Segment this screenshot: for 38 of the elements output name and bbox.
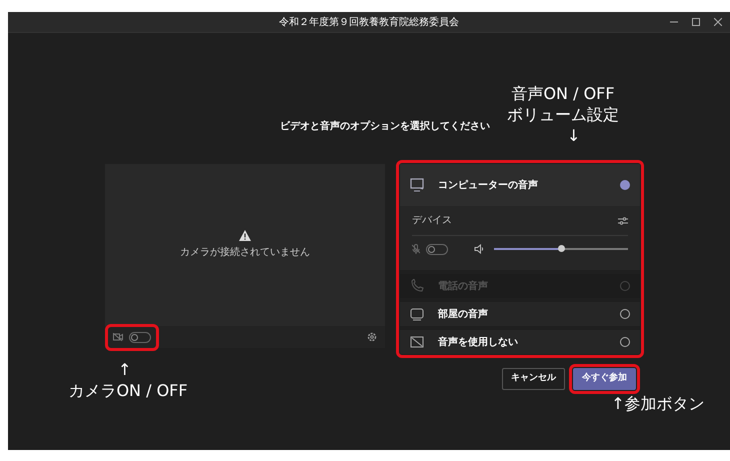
warning-icon: [239, 230, 251, 241]
annotation-text: カメラON / OFF: [68, 380, 188, 402]
annotation-text: ボリューム設定: [507, 104, 619, 126]
window-title: 令和２年度第９回教養教育院総務委員会: [279, 17, 459, 28]
sliders-icon[interactable]: [618, 216, 628, 224]
cancel-button[interactable]: キャンセル: [502, 368, 565, 390]
option-label: コンピューターの音声: [438, 178, 538, 192]
radio-button[interactable]: [620, 337, 630, 347]
camera-toggle[interactable]: [129, 332, 151, 342]
highlight-frame: [569, 364, 640, 394]
option-label: 音声を使用しない: [438, 335, 518, 350]
phone-icon: [410, 279, 424, 293]
option-label: 部屋の音声: [438, 307, 488, 322]
audio-option[interactable]: コンピューターの音声: [400, 164, 640, 206]
mic-off-icon: [412, 244, 420, 254]
arrow-label: ↓: [567, 126, 580, 146]
speaker-icon: [474, 244, 484, 254]
camera-off-icon: [113, 333, 123, 341]
room-icon: [410, 307, 424, 321]
option-label: 電話の音声: [438, 279, 488, 294]
no-audio-icon: [410, 335, 424, 349]
annotation-text: 音声ON / OFF: [511, 84, 615, 105]
computer-audio-icon: [410, 178, 424, 192]
audio-option[interactable]: 部屋の音声: [400, 302, 640, 326]
close-icon[interactable]: [714, 18, 722, 26]
maximize-icon[interactable]: [692, 18, 700, 26]
highlight-frame: [105, 324, 159, 350]
heading: ビデオと音声のオプションを選択してください: [280, 119, 490, 134]
camera-message: カメラが接続されていません: [180, 246, 310, 260]
settings-icon[interactable]: [367, 332, 377, 342]
arrow-label: ↑: [118, 360, 132, 381]
device-label: デバイス: [412, 214, 452, 228]
annotation-text: ↑参加ボタン: [611, 394, 705, 415]
join-button[interactable]: 今すぐ参加: [573, 368, 636, 390]
audio-option[interactable]: 音声を使用しない: [400, 330, 640, 354]
radio-button[interactable]: [620, 309, 630, 319]
radio-button[interactable]: [620, 180, 630, 190]
mic-toggle[interactable]: [426, 244, 448, 254]
